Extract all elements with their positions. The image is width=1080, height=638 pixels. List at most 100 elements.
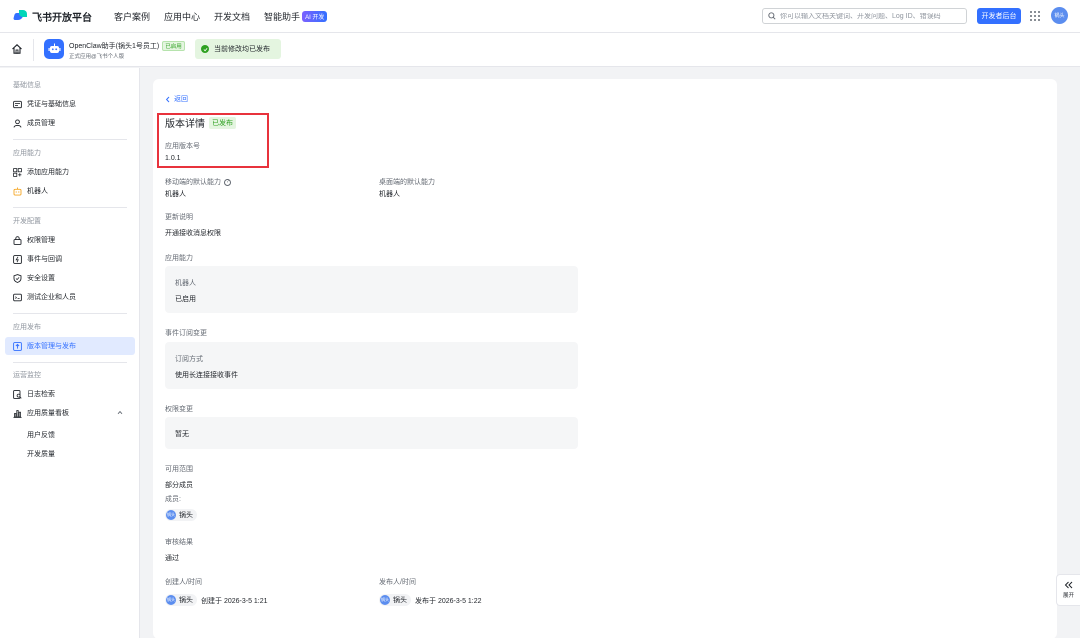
sidebar-item-robot[interactable]: 机器人: [5, 182, 135, 200]
sidebar-item-security[interactable]: 安全设置: [5, 269, 135, 287]
back-link-label: 返回: [174, 96, 188, 103]
sidebar-item-label: 安全设置: [27, 275, 55, 282]
sidebar-item-version-release[interactable]: 版本管理与发布: [5, 337, 135, 355]
expand-panel-button[interactable]: 展开: [1056, 574, 1080, 606]
shield-icon: [13, 273, 22, 283]
version-detail-card: 返回 版本详情 已发布 应用版本号 1.0.1 移动端的默认能力? 机器人 桌面…: [153, 79, 1057, 638]
nav-link-assistant[interactable]: 智能助手 AI 开发: [264, 10, 328, 23]
check-circle-icon: [201, 45, 209, 53]
user-avatar[interactable]: 锅头: [1051, 7, 1068, 24]
ability-box-value: 已启用: [175, 296, 196, 303]
nav-link-app-center[interactable]: 应用中心: [164, 10, 200, 23]
creator-name: 锅头: [179, 597, 193, 604]
permission-change-label: 权限变更: [165, 406, 193, 413]
brand[interactable]: 飞书开放平台: [13, 9, 92, 24]
sidebar-divider: [13, 139, 127, 140]
sidebar-subitem-user-feedback[interactable]: 用户反馈: [27, 430, 55, 440]
creator-chip: 锅头 锅头: [165, 594, 197, 606]
publisher-time: 发布于 2026-3-5 1:22: [415, 598, 482, 605]
sidebar-item-quality-dashboard[interactable]: 应用质量看板: [5, 404, 135, 422]
sidebar-item-test-enterprise[interactable]: 测试企业和人员: [5, 288, 135, 306]
chevron-up-icon[interactable]: [117, 410, 123, 415]
app-subtitle: 正式应用@飞书个人版: [69, 54, 125, 60]
ability-box-title: 机器人: [175, 280, 196, 287]
help-icon[interactable]: ?: [224, 178, 231, 186]
avatar: 锅头: [166, 595, 176, 605]
sidebar-item-label: 日志检索: [27, 391, 55, 398]
nav-link-assistant-label: 智能助手: [264, 11, 301, 22]
bar-chart-icon: [13, 409, 22, 418]
event-box-title: 订阅方式: [175, 356, 203, 363]
version-value: 1.0.1: [165, 155, 181, 162]
sidebar-item-credentials[interactable]: 凭证与基础信息: [5, 95, 135, 113]
sidebar-item-label: 机器人: [27, 188, 48, 195]
event-icon: [13, 254, 22, 264]
ability-box: 机器人 已启用: [165, 266, 578, 313]
sidebar-item-label: 凭证与基础信息: [27, 101, 76, 108]
sidebar-item-label: 应用质量看板: [27, 410, 69, 417]
status-badge: 已发布: [209, 116, 236, 129]
sidebar-item-permissions[interactable]: 权限管理: [5, 231, 135, 249]
search-icon: [768, 12, 776, 20]
title-row: 版本详情 已发布: [165, 115, 236, 130]
search-box[interactable]: [762, 8, 967, 24]
nav-link-cases[interactable]: 客户案例: [114, 10, 150, 23]
mobile-default-label: 移动端的默认能力?: [165, 177, 231, 187]
user-icon: [13, 118, 22, 128]
sidebar-item-members[interactable]: 成员管理: [5, 114, 135, 132]
sidebar-item-log-search[interactable]: 日志检索: [5, 385, 135, 403]
home-icon[interactable]: [11, 43, 23, 55]
back-link[interactable]: 返回: [165, 94, 188, 104]
card-icon: [13, 100, 22, 109]
mobile-default-value: 机器人: [165, 191, 186, 198]
publisher-label: 发布人/时间: [379, 579, 416, 586]
sidebar-group-release: 应用发布: [13, 324, 41, 331]
ability-label: 应用能力: [165, 255, 193, 262]
search-input[interactable]: [780, 12, 960, 20]
publish-status-banner: 当前修改均已发布: [195, 39, 281, 59]
scope-label: 可用范围: [165, 466, 193, 473]
sidebar-divider: [13, 313, 127, 314]
chevron-left-icon: [165, 96, 170, 102]
sidebar-item-label: 权限管理: [27, 237, 55, 244]
sidebar-item-add-ability[interactable]: 添加应用能力: [5, 163, 135, 181]
sidebar-group-dev-config: 开发配置: [13, 218, 41, 225]
avatar: 锅头: [166, 510, 176, 520]
sidebar-item-events[interactable]: 事件与回调: [5, 250, 135, 268]
developer-console-button[interactable]: 开发者后台: [977, 8, 1021, 24]
mobile-default-label-text: 移动端的默认能力: [165, 179, 221, 186]
member-name: 锅头: [179, 512, 193, 519]
nav-links: 客户案例 应用中心 开发文档 智能助手 AI 开发: [114, 10, 341, 23]
creator-time: 创建于 2026-3-5 1:21: [201, 598, 268, 605]
top-navigation: 飞书开放平台 客户案例 应用中心 开发文档 智能助手AI 开发 开发者后台 锅头: [0, 0, 1080, 33]
sidebar: 基础信息 凭证与基础信息 成员管理 应用能力 添加应用能力 机器人 开发配置 权…: [0, 68, 140, 638]
sidebar-item-label: 添加应用能力: [27, 169, 69, 176]
sidebar-group-ability: 应用能力: [13, 150, 41, 157]
lock-icon: [13, 235, 22, 245]
add-ability-icon: [13, 167, 22, 177]
update-notes-label: 更新说明: [165, 214, 193, 221]
apps-grid-icon[interactable]: [1030, 11, 1040, 21]
header-divider: [33, 39, 34, 61]
permission-box: 暂无: [165, 417, 578, 449]
scope-value: 部分成员: [165, 482, 193, 489]
event-box: 订阅方式 使用长连接接收事件: [165, 342, 578, 389]
desktop-default-label: 桌面端的默认能力: [379, 179, 435, 186]
double-chevron-left-icon: [1064, 581, 1073, 589]
review-value: 通过: [165, 555, 179, 562]
upload-icon: [13, 341, 22, 351]
publisher-chip: 锅头 锅头: [379, 594, 411, 606]
test-icon: [13, 293, 22, 302]
app-header: OpenClaw助手(锅头1号员工) 已启用 正式应用@飞书个人版 当前修改均已发…: [0, 33, 1080, 67]
sidebar-group-basic: 基础信息: [13, 82, 41, 89]
creator-label: 创建人/时间: [165, 579, 202, 586]
nav-link-docs[interactable]: 开发文档: [214, 10, 250, 23]
app-name: OpenClaw助手(锅头1号员工) 已启用: [69, 41, 185, 51]
update-notes-value: 开通接收消息权限: [165, 230, 221, 237]
sidebar-subitem-dev-quality[interactable]: 开发质量: [27, 449, 55, 459]
permission-box-value: 暂无: [175, 431, 189, 438]
publish-status-text: 当前修改均已发布: [214, 46, 270, 53]
version-label: 应用版本号: [165, 143, 200, 150]
event-box-value: 使用长连接接收事件: [175, 372, 238, 379]
avatar: 锅头: [380, 595, 390, 605]
